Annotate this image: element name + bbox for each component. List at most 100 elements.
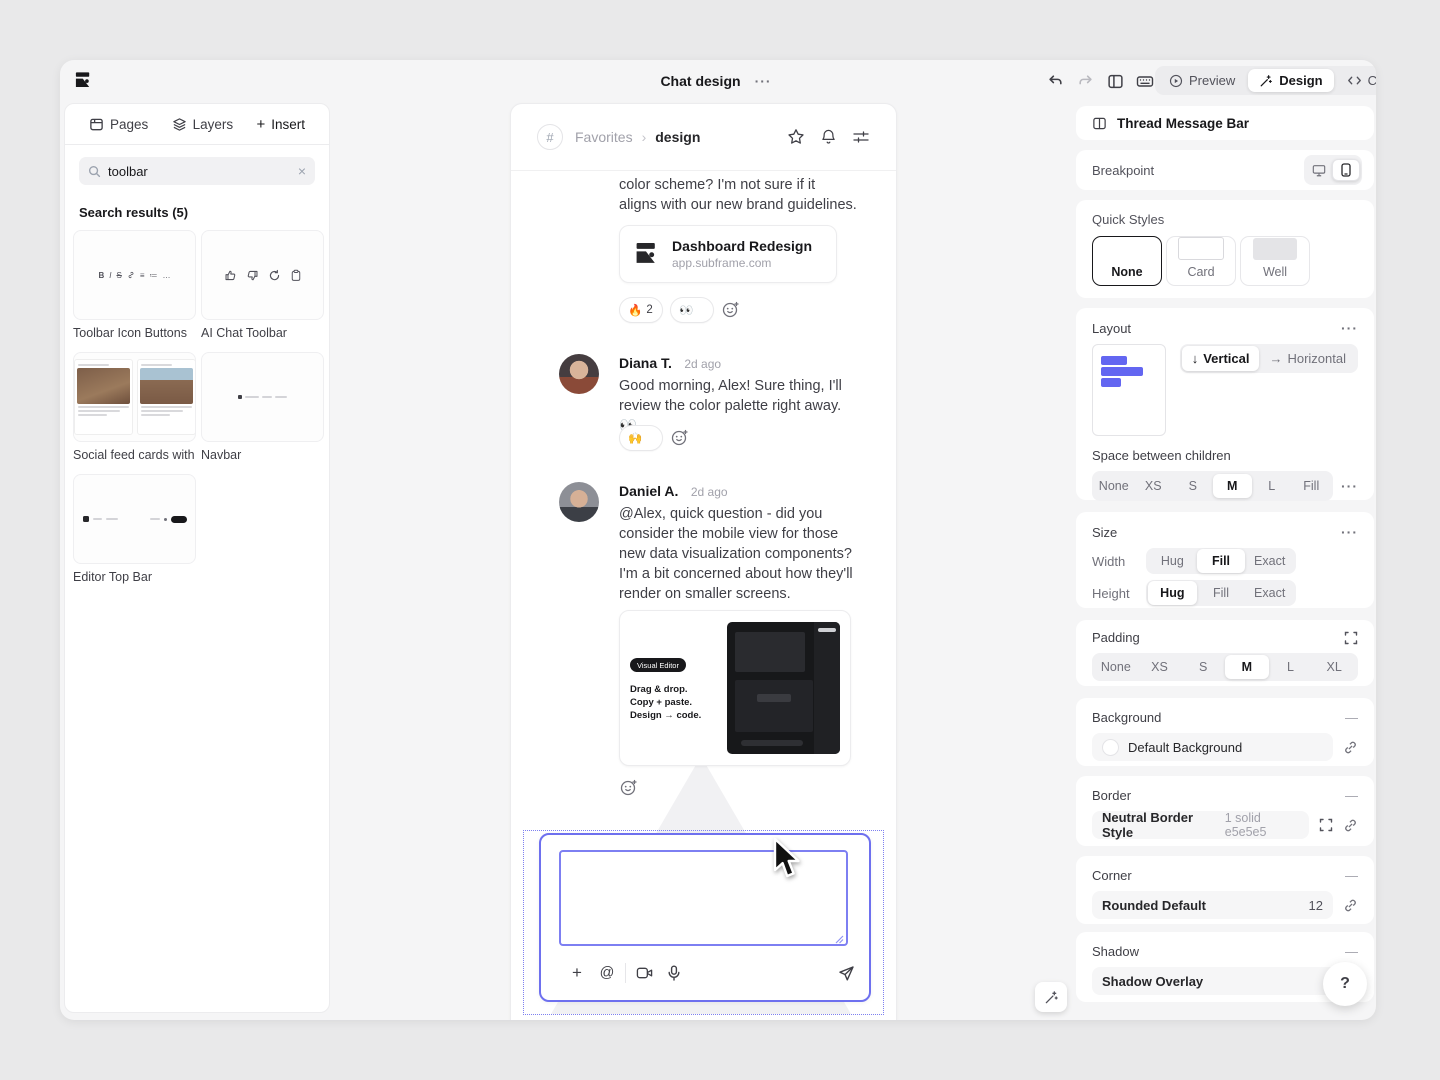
resize-handle[interactable] <box>834 934 844 944</box>
background-token-button[interactable]: Default Background <box>1092 733 1333 761</box>
reaction-pill[interactable]: 🙌 <box>619 425 663 451</box>
list-item[interactable]: BIS ≡≔… Toolbar Icon Buttons <box>73 230 194 340</box>
size-more-button[interactable]: ··· <box>1341 524 1358 540</box>
sender-name[interactable]: Daniel A. <box>619 483 678 499</box>
padding-s[interactable]: S <box>1181 655 1225 679</box>
channel-hash-icon: # <box>537 124 563 150</box>
bell-icon[interactable] <box>820 128 837 146</box>
background-value: Default Background <box>1128 740 1242 755</box>
mention-button[interactable]: @ <box>595 961 619 985</box>
avatar[interactable] <box>559 482 599 522</box>
width-exact[interactable]: Exact <box>1245 549 1294 573</box>
redo-button[interactable] <box>1072 68 1098 94</box>
height-exact[interactable]: Exact <box>1245 581 1294 605</box>
space-none[interactable]: None <box>1094 474 1134 498</box>
shadow-token-button[interactable]: Shadow Overlay <box>1092 967 1358 995</box>
tab-code[interactable]: Code <box>1336 69 1376 92</box>
document-menu-button[interactable]: ··· <box>755 73 772 89</box>
space-s[interactable]: S <box>1173 474 1213 498</box>
list-item[interactable]: Social feed cards with... <box>73 352 194 462</box>
remove-shadow-button[interactable]: — <box>1345 944 1358 959</box>
padding-l[interactable]: L <box>1269 655 1313 679</box>
add-reaction-button[interactable] <box>619 778 639 798</box>
send-button[interactable] <box>834 961 858 985</box>
video-button[interactable] <box>632 961 656 985</box>
quick-style-well[interactable]: Well <box>1240 236 1310 286</box>
corner-style-name: Rounded Default <box>1102 898 1206 913</box>
tab-preview[interactable]: Preview <box>1158 69 1246 92</box>
subframe-logo-icon[interactable] <box>74 71 93 90</box>
message-header: Diana T. 2d ago <box>619 355 721 373</box>
reaction-pill[interactable]: 🔥 2 <box>619 297 663 323</box>
avatar[interactable] <box>559 354 599 394</box>
padding-sides-icon[interactable] <box>1344 631 1358 645</box>
link-token-icon[interactable] <box>1343 898 1358 913</box>
quick-style-card[interactable]: Card <box>1166 236 1236 286</box>
space-fill[interactable]: Fill <box>1292 474 1332 498</box>
padding-xs[interactable]: XS <box>1138 655 1182 679</box>
help-button[interactable]: ? <box>1323 962 1367 1006</box>
add-attachment-button[interactable]: + <box>565 961 589 985</box>
message-text: @Alex, quick question - did you consider… <box>619 504 857 604</box>
height-label: Height <box>1092 586 1134 601</box>
breadcrumb-parent[interactable]: Favorites <box>575 129 633 145</box>
width-fill[interactable]: Fill <box>1197 549 1246 573</box>
padding-xl[interactable]: XL <box>1312 655 1356 679</box>
border-style-detail: 1 solid e5e5e5 <box>1225 811 1299 839</box>
remove-border-button[interactable]: — <box>1345 788 1358 803</box>
list-item[interactable]: AI Chat Toolbar <box>201 230 322 340</box>
search-input[interactable]: toolbar × <box>79 157 315 185</box>
quick-style-none[interactable]: None <box>1092 236 1162 286</box>
corner-token-button[interactable]: Rounded Default 12 <box>1092 891 1333 919</box>
add-reaction-button[interactable] <box>721 300 741 320</box>
link-token-icon[interactable] <box>1343 740 1358 755</box>
wand-icon <box>1044 990 1059 1005</box>
reaction-pill[interactable]: 👀 <box>670 297 714 323</box>
tab-insert[interactable]: + Insert <box>256 116 305 133</box>
section-title: Layout <box>1092 321 1131 336</box>
list-item[interactable]: Navbar <box>201 352 322 462</box>
section-title: Quick Styles <box>1092 212 1358 227</box>
tab-layers[interactable]: Layers <box>172 117 234 132</box>
space-m[interactable]: M <box>1213 474 1253 498</box>
padding-m[interactable]: M <box>1225 655 1269 679</box>
link-preview-card[interactable]: Dashboard Redesign app.subframe.com <box>619 225 837 283</box>
clear-search-button[interactable]: × <box>298 163 306 179</box>
space-l[interactable]: L <box>1252 474 1292 498</box>
message-textarea[interactable] <box>559 850 848 946</box>
layout-more-button[interactable]: ··· <box>1341 320 1358 336</box>
tab-design[interactable]: Design <box>1248 69 1333 92</box>
remove-corner-button[interactable]: — <box>1345 868 1358 883</box>
star-icon[interactable] <box>787 128 805 146</box>
undo-button[interactable] <box>1042 68 1068 94</box>
height-fill[interactable]: Fill <box>1197 581 1246 605</box>
space-xs[interactable]: XS <box>1134 474 1174 498</box>
add-reaction-button[interactable] <box>670 428 690 448</box>
height-hug[interactable]: Hug <box>1148 581 1197 605</box>
thread-message-bar-component[interactable]: + @ <box>539 833 871 1002</box>
remove-background-button[interactable]: — <box>1345 710 1358 725</box>
breakpoint-mobile-button[interactable] <box>1332 159 1360 181</box>
search-value: toolbar <box>108 164 291 179</box>
tab-pages[interactable]: Pages <box>89 117 148 132</box>
ai-wand-button[interactable] <box>1035 982 1067 1012</box>
mic-button[interactable] <box>662 961 686 985</box>
sender-name[interactable]: Diana T. <box>619 355 672 371</box>
space-more-button[interactable]: ··· <box>1341 478 1358 494</box>
list-item[interactable]: Editor Top Bar <box>73 474 194 584</box>
image-attachment[interactable]: Visual Editor Drag & drop. Copy + paste.… <box>619 610 851 766</box>
breakpoint-desktop-button[interactable] <box>1306 161 1332 180</box>
width-hug[interactable]: Hug <box>1148 549 1197 573</box>
reaction-emoji: 🙌 <box>628 431 642 445</box>
sliders-icon[interactable] <box>852 128 870 146</box>
border-sides-icon[interactable] <box>1319 818 1333 832</box>
link-token-icon[interactable] <box>1343 818 1358 833</box>
toggle-left-panel-button[interactable] <box>1102 68 1128 94</box>
layout-horizontal-button[interactable]: → Horizontal <box>1259 346 1356 371</box>
border-token-button[interactable]: Neutral Border Style 1 solid e5e5e5 <box>1092 811 1309 839</box>
thumbs-down-icon <box>246 269 259 282</box>
breadcrumb-current: design <box>655 129 700 145</box>
layout-vertical-button[interactable]: ↓ Vertical <box>1182 346 1260 371</box>
attachment-badge: Visual Editor <box>630 658 686 672</box>
padding-none[interactable]: None <box>1094 655 1138 679</box>
